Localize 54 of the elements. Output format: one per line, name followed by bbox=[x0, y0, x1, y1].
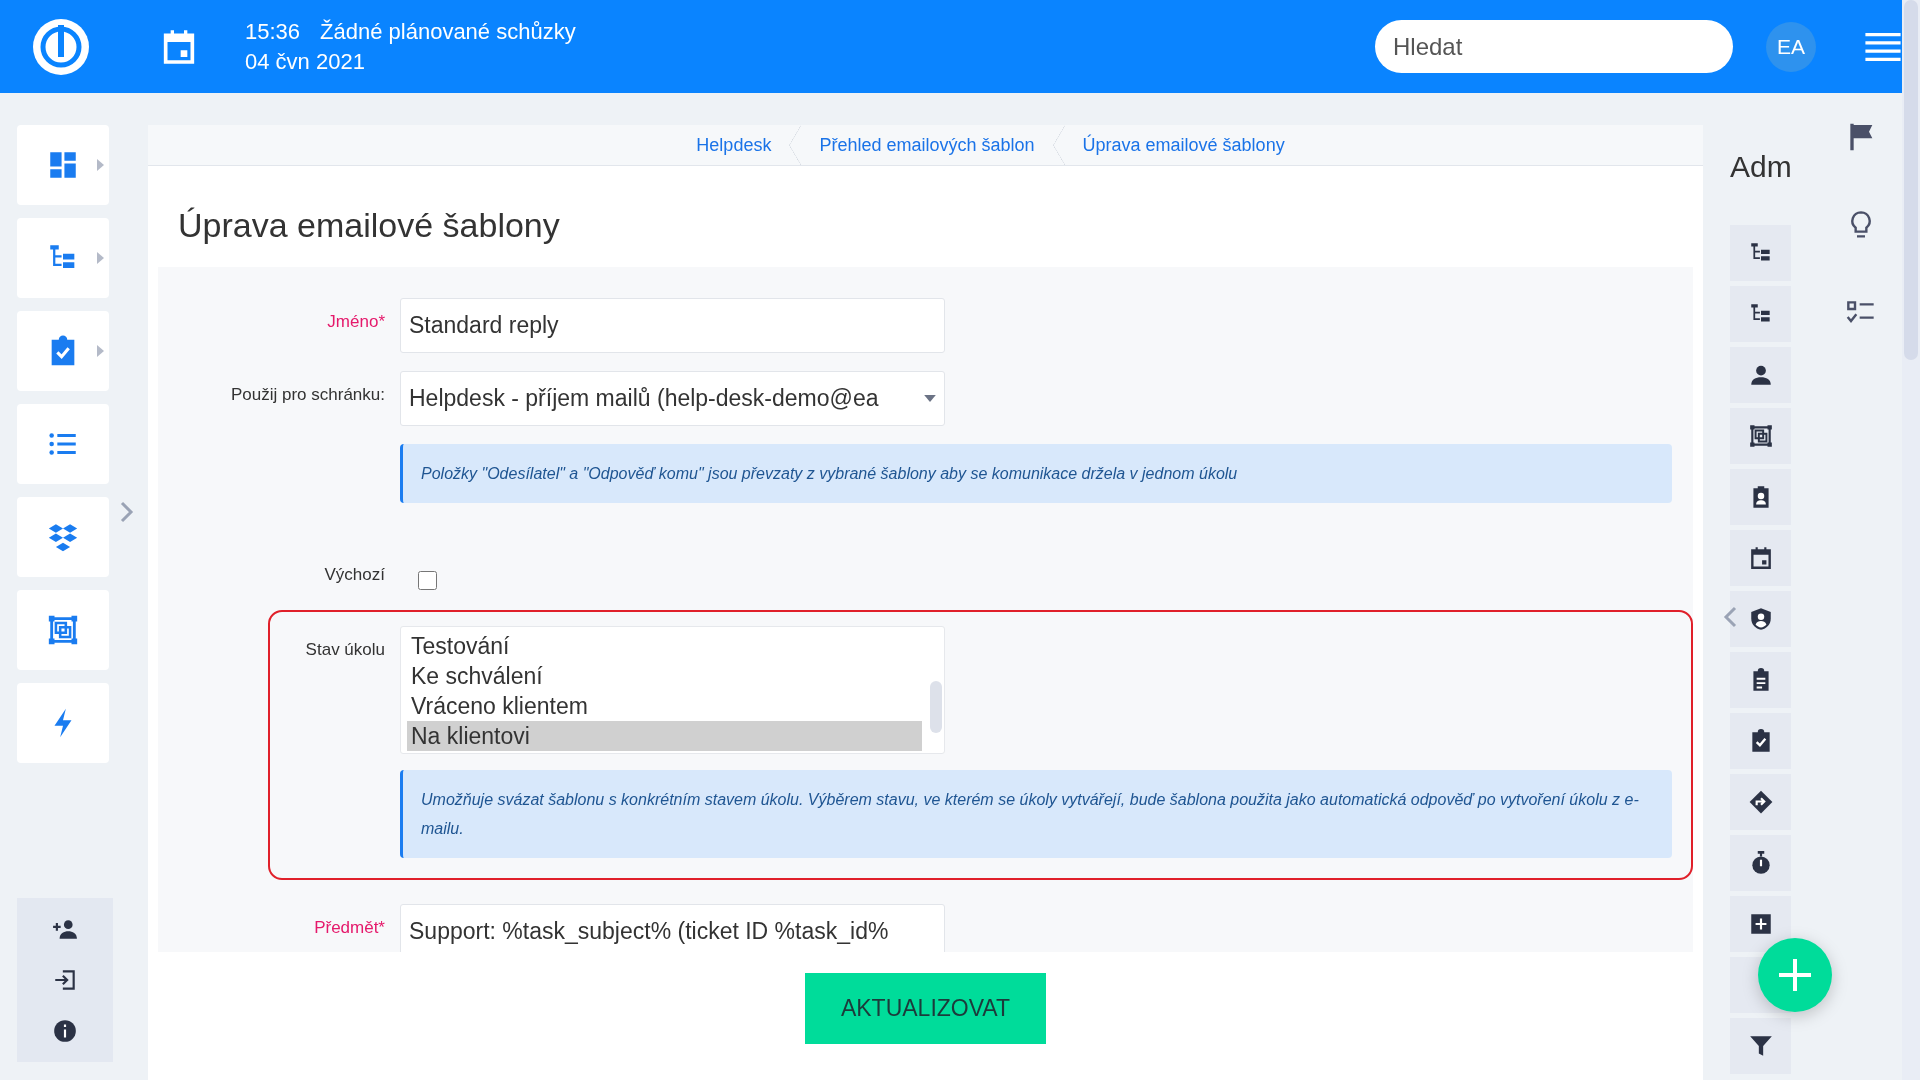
scrollbar[interactable] bbox=[930, 681, 942, 733]
scrollbar[interactable] bbox=[1902, 0, 1920, 1080]
breadcrumb-link[interactable]: Helpdesk bbox=[696, 134, 772, 156]
breadcrumb-link[interactable]: Přehled emailových šablon bbox=[819, 134, 1035, 156]
toolbar-button[interactable] bbox=[1730, 408, 1791, 464]
update-button[interactable]: AKTUALIZOVAT bbox=[805, 973, 1046, 1044]
panel-title: Adm bbox=[1730, 150, 1793, 185]
text-field[interactable]: Support: %task_subject% (ticket ID %task_id% bbox=[400, 904, 945, 952]
field-label: Stav úkolu bbox=[304, 639, 386, 661]
caret-icon bbox=[97, 159, 104, 171]
field-label: Použij pro schránku: bbox=[229, 384, 386, 406]
search-field[interactable]: Hledat bbox=[1375, 20, 1733, 73]
list-option[interactable]: Na klientovi bbox=[407, 721, 922, 751]
listbox[interactable]: Testování Ke schválení Vráceno klientem Na klientovi bbox=[400, 626, 945, 754]
toolbar-button[interactable] bbox=[1730, 896, 1791, 952]
list-option[interactable]: Testování bbox=[407, 631, 922, 661]
toolbar-button[interactable] bbox=[1730, 1018, 1791, 1074]
toolbar-button[interactable] bbox=[1730, 774, 1791, 830]
direction-sign-icon bbox=[1747, 789, 1774, 815]
list-option[interactable]: Ke schválení bbox=[407, 661, 922, 691]
toolbar-button[interactable] bbox=[1730, 713, 1791, 769]
text-field[interactable]: Standard reply bbox=[400, 298, 945, 353]
list-option[interactable]: Vráceno klientem bbox=[407, 691, 922, 721]
toolbar-button[interactable] bbox=[1730, 835, 1791, 891]
clock-time: 15:36 bbox=[245, 18, 301, 44]
field-label: Jméno* bbox=[326, 311, 386, 333]
meetings-status: Žádné plánované schůzky bbox=[320, 18, 576, 44]
toolbar-button[interactable] bbox=[1730, 469, 1791, 525]
caret-icon bbox=[924, 395, 936, 402]
info-note: Položky "Odesílatel" a "Odpověď komu" jsou převzaty z vybrané šablony aby se komunikace držela v jednom úkolu bbox=[400, 444, 1672, 503]
field-label: Výchozí bbox=[323, 564, 386, 586]
breadcrumb-link[interactable]: Úprava emailové šablony bbox=[1082, 134, 1285, 156]
page-title: Úprava emailové šablony bbox=[177, 205, 561, 246]
app-logo[interactable] bbox=[31, 16, 91, 77]
caret-icon bbox=[97, 252, 104, 264]
date-text: 04 čvn 2021 bbox=[245, 47, 366, 76]
toolbar-button[interactable] bbox=[1730, 652, 1791, 708]
caret-icon bbox=[97, 345, 104, 357]
toolbar-button[interactable] bbox=[1730, 286, 1791, 342]
field-label: Předmět* bbox=[313, 917, 386, 939]
menu-icon[interactable] bbox=[1864, 31, 1902, 62]
info-note: Umožňuje svázat šablonu s konkrétním stavem úkolu. Výběrem stavu, ve kterém se úkoly vytvářejí, bude šablona použita jako automatická odpověď po vytvoření úkolu z e-mailu. bbox=[400, 770, 1672, 858]
info-icon bbox=[52, 1017, 78, 1044]
toolbar-button[interactable] bbox=[1730, 591, 1791, 647]
toolbar-button[interactable] bbox=[1730, 347, 1791, 403]
login-icon bbox=[52, 967, 78, 993]
sidebar-button[interactable] bbox=[52, 1017, 78, 1044]
sidebar-button[interactable] bbox=[52, 967, 78, 993]
frame-icon bbox=[1747, 423, 1774, 449]
toolbar-button[interactable] bbox=[1730, 225, 1791, 281]
dropdown[interactable]: Helpdesk - příjem mailů (help-desk-demo@ea bbox=[400, 371, 945, 426]
frame-icon bbox=[46, 613, 80, 647]
toolbar-button[interactable] bbox=[1730, 530, 1791, 586]
checkbox[interactable] bbox=[418, 571, 437, 590]
